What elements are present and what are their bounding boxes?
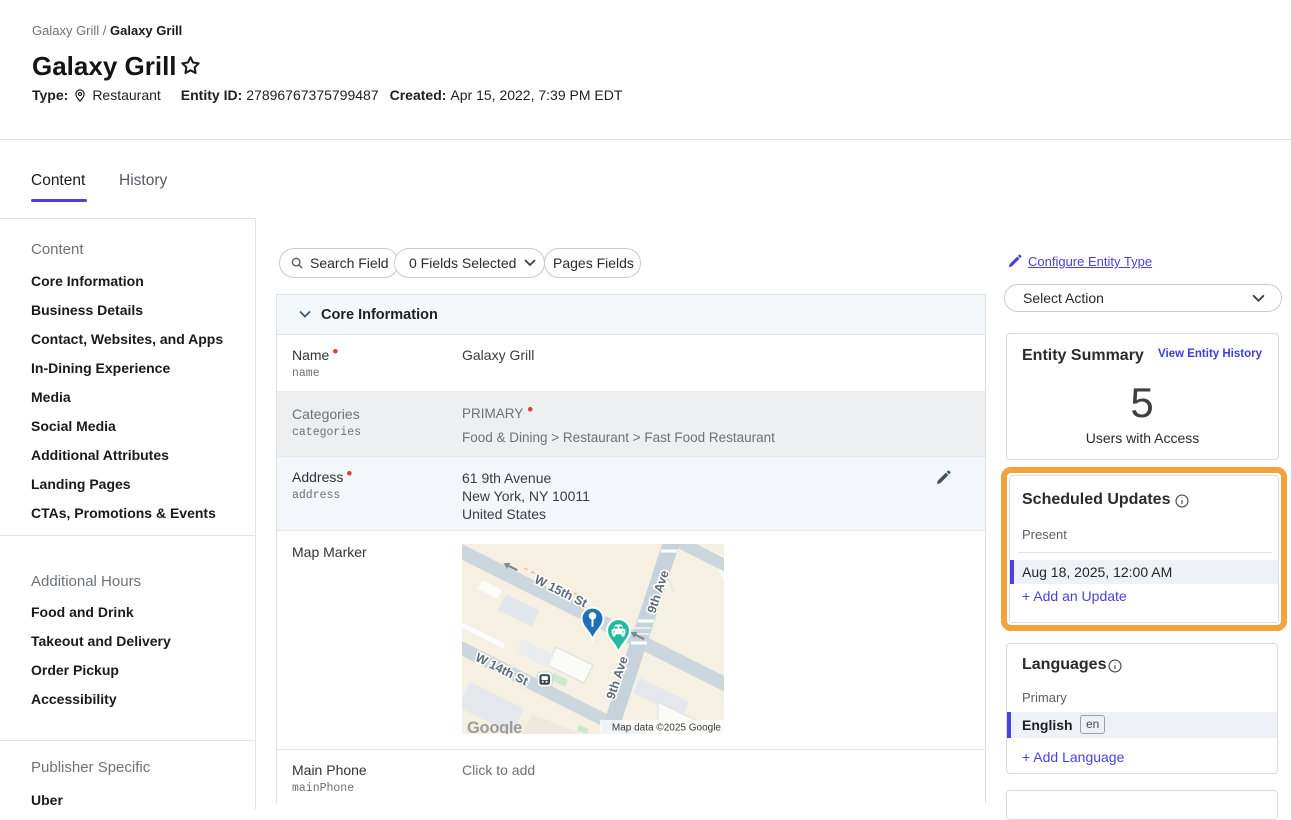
svg-text:Google: Google <box>467 719 522 734</box>
svg-text:Map data ©2025 Google: Map data ©2025 Google <box>612 723 722 734</box>
